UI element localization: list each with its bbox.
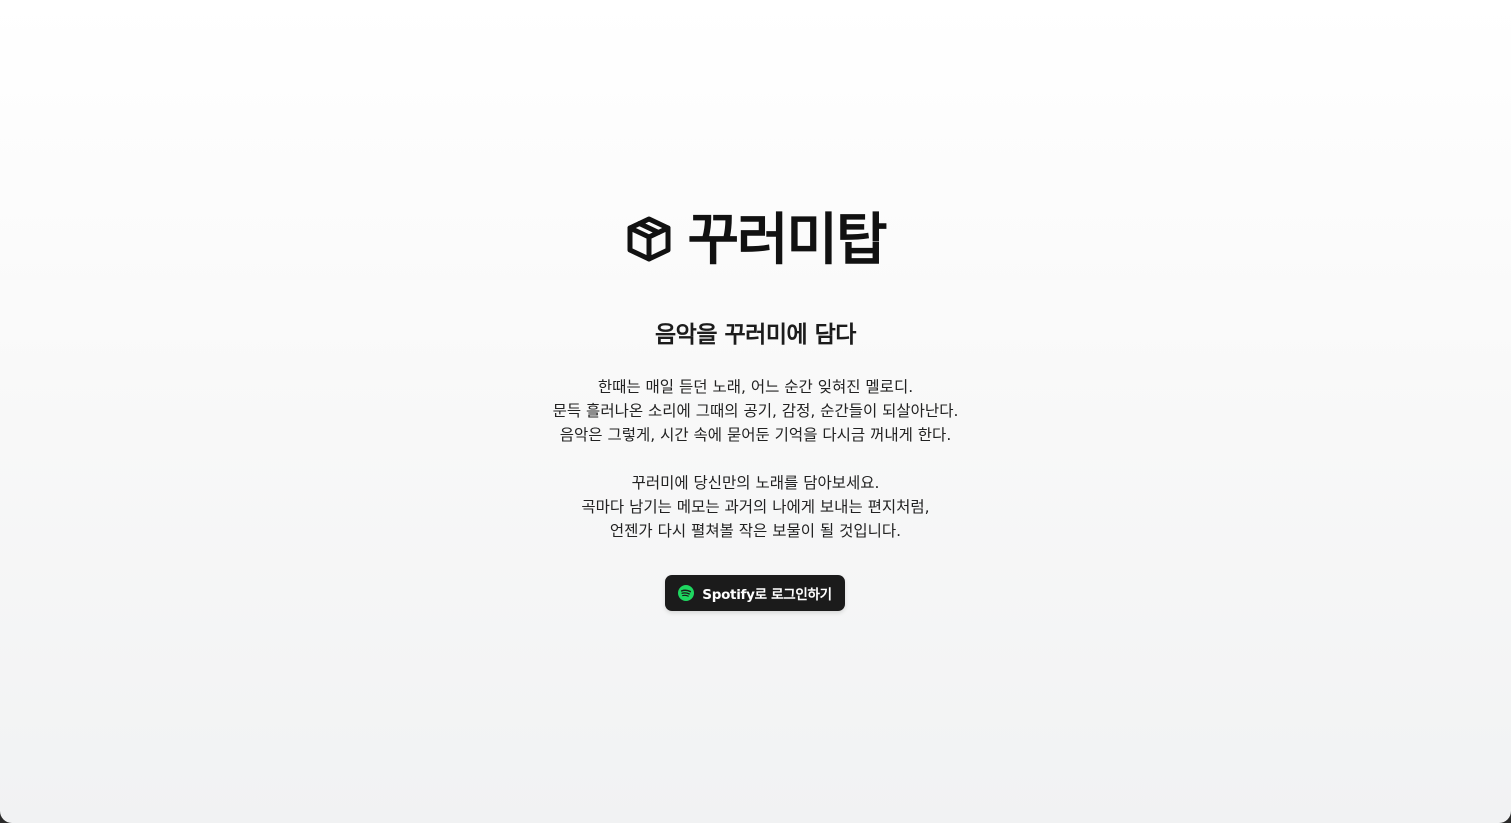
spotify-icon	[678, 585, 695, 601]
invite-line: 곡마다 남기는 메모는 과거의 나에게 보내는 편지처럼,	[581, 498, 930, 516]
intro-line: 음악은 그렇게, 시간 속에 묻어둔 기억을 다시금 꺼내게 한다.	[559, 426, 952, 444]
invite-line: 꾸러미에 당신만의 노래를 담아보세요.	[631, 474, 880, 492]
brand-header: 꾸러미탑	[0, 208, 1511, 274]
package-box-icon	[627, 216, 671, 262]
intro-paragraph: 한때는 매일 듣던 노래, 어느 순간 잊혀진 멜로디. 문득 흘러나온 소리에…	[0, 375, 1511, 447]
intro-line: 문득 흘러나온 소리에 그때의 공기, 감정, 순간들이 되살아난다.	[552, 402, 959, 420]
spotify-login-button[interactable]: Spotify로 로그인하기	[665, 575, 845, 611]
tagline: 음악을 꾸러미에 담다	[655, 322, 856, 348]
intro-line: 한때는 매일 듣던 노래, 어느 순간 잊혀진 멜로디.	[597, 378, 914, 396]
invite-line: 언젠가 다시 펼쳐볼 작은 보물이 될 것입니다.	[609, 522, 902, 540]
app-title: 꾸러미탑	[687, 208, 887, 273]
login-button-label: Spotify로 로그인하기	[702, 587, 832, 603]
app-window: 꾸러미탑 음악을 꾸러미에 담다 한때는 매일 듣던 노래, 어느 순간 잊혀진…	[0, 0, 1511, 823]
invite-paragraph: 꾸러미에 당신만의 노래를 담아보세요. 곡마다 남기는 메모는 과거의 나에게…	[0, 471, 1511, 543]
